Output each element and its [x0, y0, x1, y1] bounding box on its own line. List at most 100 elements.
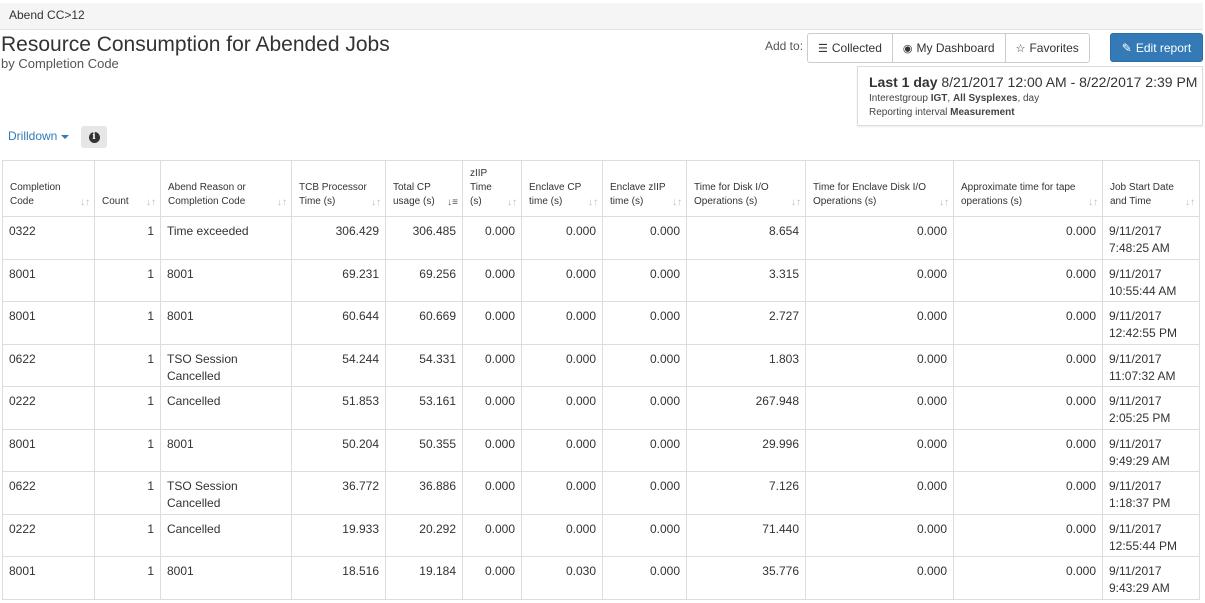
table-cell: 54.244 — [291, 343, 386, 387]
table-cell: 0.000 — [805, 216, 954, 260]
filter-prefix: Interestgroup — [869, 93, 928, 104]
table-row[interactable]: 0622 1 TSO Session Cancelled 36.772 36.886 0.… — [2, 471, 1200, 515]
column-header-label: Count — [102, 196, 129, 207]
table-cell: 69.256 — [385, 258, 463, 302]
table-cell: 50.204 — [291, 428, 386, 472]
table-cell: 35.776 — [686, 556, 806, 600]
my-dashboard-button[interactable]: ◉ My Dashboard — [892, 34, 1006, 62]
filter-group: IGT — [930, 93, 948, 104]
column-header-label: Approximate time for tape operations (s) — [961, 182, 1076, 207]
table-cell: 8001 — [160, 556, 292, 600]
column-header-label: Enclave zIIP time (s) — [610, 182, 666, 207]
table-cell: 0.000 — [462, 301, 522, 345]
table-cell: 1 — [94, 216, 161, 260]
column-header[interactable]: Enclave zIIP time (s) ↓↑ — [602, 160, 687, 217]
breadcrumb[interactable]: Abend CC>12 — [9, 8, 85, 22]
table-row[interactable]: 8001 1 8001 50.204 50.355 0.000 0.000 0.000 29.9… — [2, 428, 1200, 472]
filter-suffix: day — [1023, 93, 1040, 104]
table-cell: 1 — [94, 513, 161, 557]
sort-icon: ↓↑ — [1088, 197, 1098, 208]
table-cell: 0.000 — [521, 428, 603, 472]
table-row[interactable]: 0222 1 Cancelled 51.853 53.161 0.000 0.000 0.00… — [2, 386, 1200, 430]
date-range-label: Last 1 day — [869, 74, 938, 90]
table-cell: 50.355 — [385, 428, 463, 472]
table-cell: 0.000 — [462, 216, 522, 260]
table-cell: 0.000 — [953, 471, 1103, 515]
reporting-period-box[interactable]: Last 1 day 8/21/2017 12:00 AM - 8/22/201… — [857, 66, 1203, 126]
table-cell: 0.000 — [521, 471, 603, 515]
table-cell: 0222 — [2, 513, 95, 557]
table-row[interactable]: 8001 1 8001 18.516 19.184 0.000 0.030 0.000 35.7… — [2, 556, 1200, 600]
page-title: Resource Consumption for Abended Jobs — [1, 33, 390, 56]
table-cell: 9/11/2017 2:05:25 PM — [1102, 386, 1200, 430]
table-cell: 2.727 — [686, 301, 806, 345]
column-header[interactable]: Completion Code ↓↑ — [2, 160, 95, 217]
table-cell: 8001 — [2, 556, 95, 600]
favorites-button[interactable]: ☆ Favorites — [1005, 34, 1089, 62]
table-cell: 69.231 — [291, 258, 386, 302]
table-cell: 0.000 — [953, 216, 1103, 260]
table-cell: 0.000 — [462, 471, 522, 515]
drilldown-dropdown[interactable]: Drilldown — [8, 129, 70, 143]
edit-report-label: Edit report — [1135, 40, 1192, 55]
column-header[interactable]: Approximate time for tape operations (s)… — [953, 160, 1103, 217]
breadcrumb-bar: Abend CC>12 — [0, 3, 1203, 30]
table-cell: 306.485 — [385, 216, 463, 260]
table-row[interactable]: 0222 1 Cancelled 19.933 20.292 0.000 0.000 0.00… — [2, 513, 1200, 557]
table-cell: 9/11/2017 12:55:44 PM — [1102, 513, 1200, 557]
sort-icon: ↓↑ — [1185, 197, 1195, 208]
collected-button[interactable]: ☰ Collected — [808, 34, 893, 62]
column-header[interactable]: Total CP usage (s) ↓≡ — [385, 160, 463, 217]
table-cell: 0.000 — [521, 386, 603, 430]
table-cell: 36.886 — [385, 471, 463, 515]
table-cell: 0.000 — [805, 428, 954, 472]
table-cell: 0.000 — [462, 343, 522, 387]
column-header[interactable]: Job Start Date and Time ↓↑ — [1102, 160, 1200, 217]
column-header-label: Job Start Date and Time — [1110, 182, 1174, 207]
column-header[interactable]: Count ↓↑ — [94, 160, 161, 217]
table-cell: 71.440 — [686, 513, 806, 557]
sort-desc-icon: ↓≡ — [447, 197, 458, 208]
star-icon: ☆ — [1015, 42, 1026, 55]
table-cell: 0.000 — [805, 258, 954, 302]
edit-report-button[interactable]: ✎ Edit report — [1110, 33, 1203, 62]
info-icon: i — [88, 131, 100, 143]
sort-icon: ↓↑ — [588, 197, 598, 208]
caret-down-icon — [61, 134, 70, 139]
table-cell: 0.000 — [805, 301, 954, 345]
table-cell: 1 — [94, 258, 161, 302]
table-cell: 8001 — [160, 301, 292, 345]
table-cell: 9/11/2017 7:48:25 AM — [1102, 216, 1200, 260]
add-to-label: Add to: — [765, 39, 804, 53]
interval-info: Reporting interval Measurement — [869, 107, 1202, 118]
table-row[interactable]: 8001 1 8001 60.644 60.669 0.000 0.000 0.000 2.72… — [2, 301, 1200, 345]
sort-icon: ↓↑ — [791, 197, 801, 208]
info-button[interactable]: i — [81, 126, 107, 148]
table-cell: 0.000 — [602, 471, 687, 515]
column-header[interactable]: Enclave CP time (s) ↓↑ — [521, 160, 603, 217]
table-cell: Time exceeded — [160, 216, 292, 260]
column-header[interactable]: TCB Processor Time (s) ↓↑ — [291, 160, 386, 217]
date-range-text: 8/21/2017 12:00 AM - 8/22/2017 2:39 PM — [941, 74, 1198, 90]
table-cell: 19.933 — [291, 513, 386, 557]
column-header[interactable]: Time for Disk I/O Operations (s) ↓↑ — [686, 160, 806, 217]
table-cell: 20.292 — [385, 513, 463, 557]
table-cell: 0.000 — [805, 343, 954, 387]
table-cell: 0.000 — [805, 386, 954, 430]
table-cell: 0.000 — [805, 513, 954, 557]
table-cell: 29.996 — [686, 428, 806, 472]
table-cell: 8001 — [160, 428, 292, 472]
table-row[interactable]: 0622 1 TSO Session Cancelled 54.244 54.331 0.… — [2, 343, 1200, 387]
column-header[interactable]: zIIP Time (s) ↓↑ — [462, 160, 522, 217]
sort-icon: ↓↑ — [277, 197, 287, 208]
table-cell: 9/11/2017 12:42:55 PM — [1102, 301, 1200, 345]
table-row[interactable]: 0322 1 Time exceeded 306.429 306.485 0.000 0.0… — [2, 216, 1200, 260]
collected-label: Collected — [831, 41, 882, 55]
table-cell: 0.000 — [953, 258, 1103, 302]
sort-icon: ↓↑ — [371, 197, 381, 208]
column-header[interactable]: Abend Reason or Completion Code ↓↑ — [160, 160, 292, 217]
column-header[interactable]: Time for Enclave Disk I/O Operations (s)… — [805, 160, 954, 217]
table-cell: 9/11/2017 1:18:37 PM — [1102, 471, 1200, 515]
table-cell: 1 — [94, 343, 161, 387]
table-row[interactable]: 8001 1 8001 69.231 69.256 0.000 0.000 0.000 3.31… — [2, 258, 1200, 302]
